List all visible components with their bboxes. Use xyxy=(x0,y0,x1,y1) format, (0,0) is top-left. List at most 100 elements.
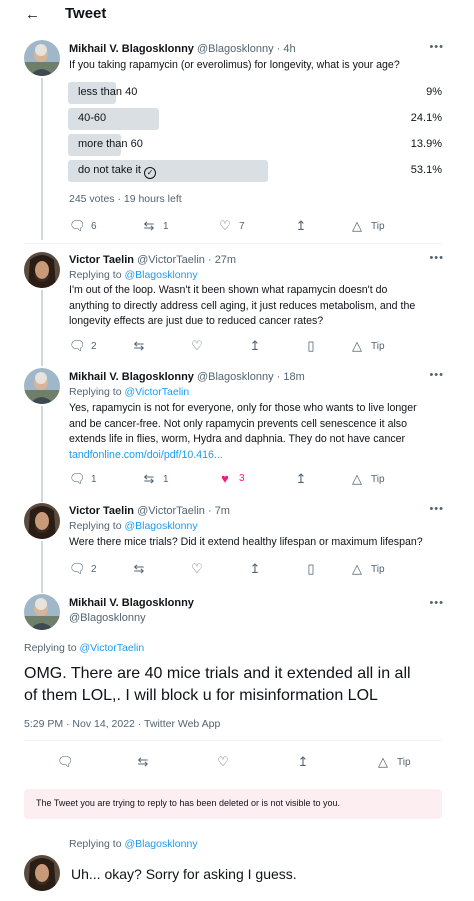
author-name[interactable]: Victor Taelin xyxy=(69,505,134,517)
avatar-victor[interactable] xyxy=(24,503,60,539)
reply-button[interactable]: 🗨 6 xyxy=(69,218,97,234)
mention-link[interactable]: @VictorTaelin xyxy=(79,642,144,654)
poll-option: less than 40 9% xyxy=(68,82,448,104)
share-icon: ↥ xyxy=(249,561,261,576)
tweet-time[interactable]: · 27m xyxy=(208,254,236,266)
share-icon: ↥ xyxy=(297,754,309,769)
retweet-button[interactable]: ⇆ xyxy=(131,338,147,354)
share-button[interactable]: ↥ xyxy=(293,471,309,487)
avatar-mikhail[interactable] xyxy=(24,40,60,76)
back-arrow-icon[interactable]: ← xyxy=(25,6,40,23)
divider xyxy=(24,243,442,244)
header: ← Tweet xyxy=(0,0,474,28)
mention-link[interactable]: @Blagosklonny xyxy=(124,838,197,850)
tweet-actions: 🗨 2 ⇆ ♡ ↥ ▯ △ Tip xyxy=(69,561,449,577)
retweet-button[interactable]: ⇆ xyxy=(131,561,147,577)
external-link[interactable]: tandfonline.com/doi/pdf/10.416... xyxy=(69,448,464,464)
like-button[interactable]: ♥ 3 xyxy=(217,471,244,486)
tweet-text: I'm out of the loop. Wasn't it been show… xyxy=(69,284,416,327)
replying-to: Replying to @VictorTaelin xyxy=(24,642,145,654)
author-name[interactable]: Mikhail V. Blagosklonny xyxy=(69,43,194,55)
replying-to: Replying to @Blagosklonny xyxy=(69,838,198,850)
like-button[interactable]: ♡ xyxy=(189,561,205,577)
reply-button[interactable]: 🗨 1 xyxy=(69,471,97,487)
tweet-actions: 🗨 2 ⇆ ♡ ↥ ▯ △ Tip xyxy=(69,338,449,354)
tip-button[interactable]: △ Tip xyxy=(349,561,385,577)
thread-line xyxy=(41,290,43,366)
tweet-meta: 5:29 PM · Nov 14, 2022 · Twitter Web App xyxy=(24,718,221,730)
tip-icon: △ xyxy=(352,561,362,576)
share-button[interactable]: ↥ xyxy=(295,754,311,770)
mention-link[interactable]: @Blagosklonny xyxy=(124,269,197,281)
analytics-button[interactable]: ▯ xyxy=(303,338,319,354)
avatar-mikhail[interactable] xyxy=(24,594,60,630)
analytics-button[interactable]: ▯ xyxy=(303,561,319,577)
avatar-victor[interactable] xyxy=(24,855,60,891)
like-button[interactable]: ♡ xyxy=(215,754,231,770)
share-button[interactable]: ↥ xyxy=(293,218,309,234)
author-handle[interactable]: @Blagosklonny xyxy=(197,43,274,55)
heart-icon: ♡ xyxy=(217,754,229,769)
reply-icon: 🗨 xyxy=(69,561,86,576)
author-handle[interactable]: @Blagosklonny xyxy=(197,371,274,383)
mention-link[interactable]: @VictorTaelin xyxy=(124,386,189,398)
reply-button[interactable]: 🗨 2 xyxy=(69,338,97,354)
retweet-icon: ⇆ xyxy=(133,338,145,353)
thread-line xyxy=(41,406,43,502)
tip-button[interactable]: △ Tip xyxy=(349,338,385,354)
thread-line xyxy=(41,541,43,593)
author-handle[interactable]: @VictorTaelin xyxy=(137,254,205,266)
poll-option-label: do not take it ✓ xyxy=(78,164,157,179)
poll-option: do not take it ✓ 53.1% xyxy=(68,160,448,182)
more-icon[interactable]: ••• xyxy=(429,597,444,609)
more-icon[interactable]: ••• xyxy=(429,369,444,381)
analytics-icon: ▯ xyxy=(307,561,315,576)
reply-button[interactable]: 🗨 2 xyxy=(69,561,97,577)
poll-option-percent: 24.1% xyxy=(410,112,442,124)
reply-text[interactable]: Uh... okay? Sorry for asking I guess. xyxy=(71,866,297,882)
reply-icon: 🗨 xyxy=(69,218,86,233)
retweet-button[interactable]: ⇆ xyxy=(135,754,151,770)
avatar-mikhail[interactable] xyxy=(24,368,60,404)
heart-icon: ♡ xyxy=(219,218,231,233)
mention-link[interactable]: @Blagosklonny xyxy=(124,520,197,532)
reply-icon: 🗨 xyxy=(69,471,86,486)
reply-icon: 🗨 xyxy=(69,338,86,353)
retweet-button[interactable]: ⇆ 1 xyxy=(141,218,169,234)
tweet2-header: Victor Taelin @VictorTaelin · 27m xyxy=(69,254,236,266)
author-name[interactable]: Mikhail V. Blagosklonny xyxy=(69,597,194,609)
author-handle[interactable]: @VictorTaelin xyxy=(137,505,205,517)
tweet1-header: Mikhail V. Blagosklonny @Blagosklonny · … xyxy=(69,43,296,55)
share-button[interactable]: ↥ xyxy=(247,561,263,577)
replying-to: Replying to @Blagosklonny xyxy=(69,269,198,281)
tweet-time[interactable]: · 4h xyxy=(277,43,296,55)
main-tweet-actions: 🗨 ⇆ ♡ ↥ △ Tip xyxy=(57,754,437,770)
poll-option-percent: 13.9% xyxy=(410,138,442,150)
main-tweet-text: OMG. There are 40 mice trials and it ext… xyxy=(24,665,411,704)
replying-to: Replying to @VictorTaelin xyxy=(69,386,190,398)
more-icon[interactable]: ••• xyxy=(429,41,444,53)
reply-button[interactable]: 🗨 xyxy=(57,754,74,770)
tweet-time[interactable]: · 18m xyxy=(277,371,305,383)
tip-button[interactable]: △ Tip xyxy=(349,471,385,487)
tweet-time[interactable]: · 7m xyxy=(208,505,230,517)
author-handle[interactable]: @Blagosklonny xyxy=(69,612,146,624)
retweet-button[interactable]: ⇆ 1 xyxy=(141,471,169,487)
retweet-icon: ⇆ xyxy=(133,561,145,576)
share-button[interactable]: ↥ xyxy=(247,338,263,354)
retweet-icon: ⇆ xyxy=(143,471,155,486)
share-icon: ↥ xyxy=(295,218,307,233)
more-icon[interactable]: ••• xyxy=(429,252,444,264)
poll-option-label: 40-60 xyxy=(78,112,107,124)
tip-button[interactable]: △ Tip xyxy=(349,218,385,234)
like-button[interactable]: ♡ 7 xyxy=(217,218,244,234)
share-icon: ↥ xyxy=(249,338,261,353)
notice-text: The Tweet you are trying to reply to has… xyxy=(36,798,341,808)
author-name[interactable]: Mikhail V. Blagosklonny xyxy=(69,371,194,383)
avatar-victor[interactable] xyxy=(24,252,60,288)
more-icon[interactable]: ••• xyxy=(429,503,444,515)
like-button[interactable]: ♡ xyxy=(189,338,205,354)
author-name[interactable]: Victor Taelin xyxy=(69,254,134,266)
retweet-icon: ⇆ xyxy=(137,754,149,769)
tip-button[interactable]: △ Tip xyxy=(375,754,411,770)
